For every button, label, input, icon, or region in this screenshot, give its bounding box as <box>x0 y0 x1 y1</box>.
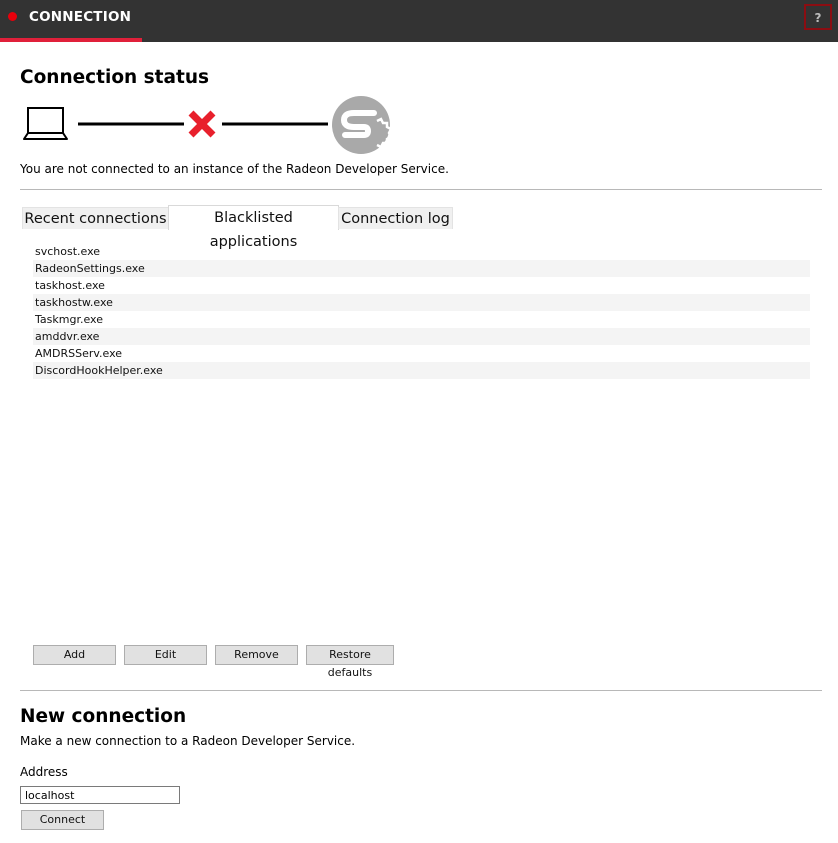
active-tab-underline <box>0 38 142 42</box>
list-item[interactable]: taskhost.exe <box>33 277 810 294</box>
disconnected-x-icon <box>188 110 216 138</box>
tab-connection-log[interactable]: Connection log <box>338 207 453 229</box>
radeon-developer-service-icon <box>332 96 393 154</box>
divider <box>20 189 822 190</box>
list-item[interactable]: svchost.exe <box>33 243 810 260</box>
list-item[interactable]: AMDRSServ.exe <box>33 345 810 362</box>
connect-button[interactable]: Connect <box>21 810 104 830</box>
connection-status-title: Connection status <box>20 67 210 88</box>
address-label: Address <box>20 765 68 779</box>
connection-diagram <box>20 95 400 157</box>
list-item[interactable]: RadeonSettings.exe <box>33 260 810 277</box>
list-item[interactable]: DiscordHookHelper.exe <box>33 362 810 379</box>
remove-button[interactable]: Remove <box>215 645 298 665</box>
edit-button[interactable]: Edit <box>124 645 207 665</box>
status-dot-icon <box>8 12 17 21</box>
connection-tab-label: CONNECTION <box>29 9 132 25</box>
restore-defaults-button[interactable]: Restore defaults <box>306 645 394 679</box>
add-button[interactable]: Add <box>33 645 116 665</box>
connection-tab[interactable]: CONNECTION <box>0 0 142 42</box>
divider <box>20 690 822 691</box>
list-item[interactable]: amddvr.exe <box>33 328 810 345</box>
tab-blacklisted-applications[interactable]: Blacklisted applications <box>168 205 339 250</box>
new-connection-title: New connection <box>20 706 187 727</box>
new-connection-description: Make a new connection to a Radeon Develo… <box>20 734 356 748</box>
address-input[interactable] <box>20 786 180 804</box>
help-button[interactable]: ? <box>804 4 832 30</box>
laptop-icon <box>23 107 68 140</box>
connection-status-message: You are not connected to an instance of … <box>20 162 449 176</box>
list-item[interactable]: Taskmgr.exe <box>33 311 810 328</box>
top-bar: CONNECTION ? <box>0 0 838 42</box>
tab-recent-connections[interactable]: Recent connections <box>22 207 169 229</box>
blacklist-list: svchost.exe RadeonSettings.exe taskhost.… <box>33 243 810 379</box>
list-item[interactable]: taskhostw.exe <box>33 294 810 311</box>
